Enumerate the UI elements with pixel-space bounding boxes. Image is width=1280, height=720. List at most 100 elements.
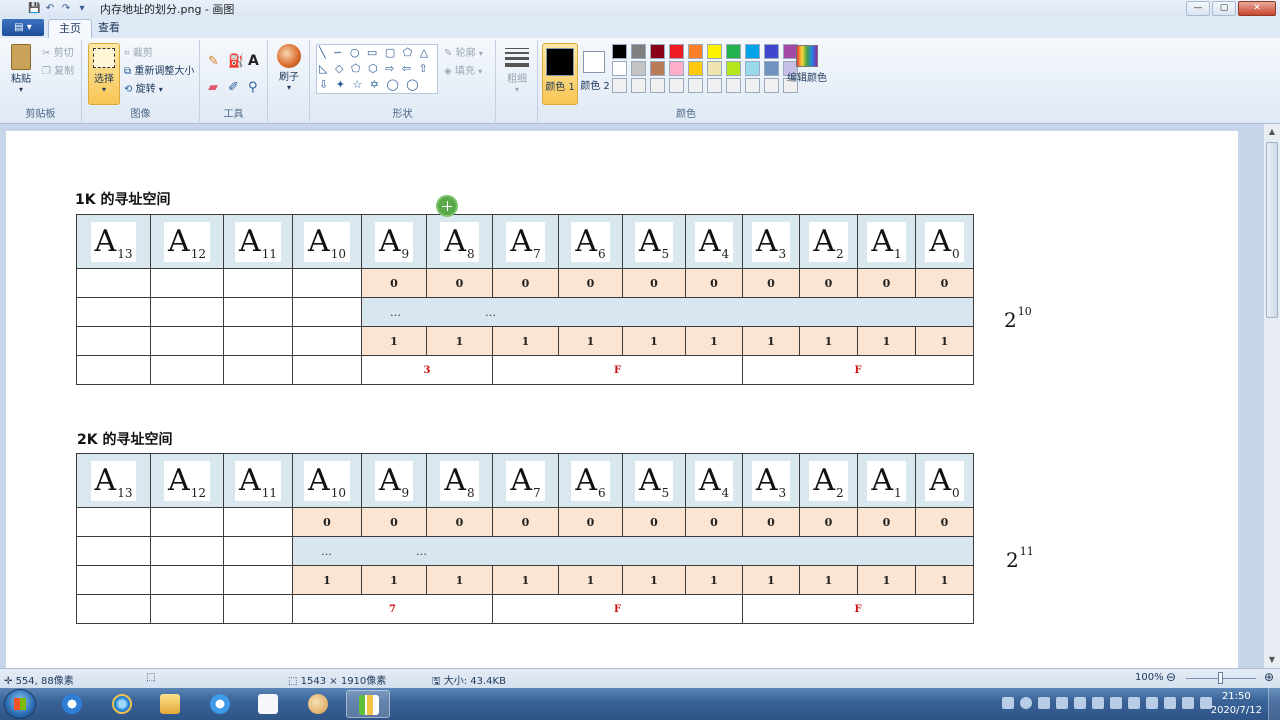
tools-group: ✎ ⛽ A ▰ ✐ ⚲ 工具 bbox=[200, 40, 268, 122]
quick-access-toolbar: 💾 ↶ ↷ ▾ bbox=[28, 3, 88, 15]
taskbar-paint[interactable] bbox=[296, 690, 340, 718]
show-desktop-button[interactable] bbox=[1268, 688, 1280, 720]
keyboard-icon[interactable] bbox=[1002, 697, 1014, 709]
maximize-button[interactable]: ▢ bbox=[1212, 1, 1236, 16]
color2-button[interactable]: 颜色 2 bbox=[580, 43, 610, 105]
color-swatch[interactable] bbox=[726, 61, 741, 76]
address-letter: A bbox=[755, 462, 778, 498]
color-swatch[interactable] bbox=[688, 61, 703, 76]
color-swatch[interactable] bbox=[726, 44, 741, 59]
color-swatch[interactable] bbox=[688, 44, 703, 59]
address-subscript: 13 bbox=[117, 246, 133, 261]
tray-app-icon[interactable] bbox=[1038, 697, 1050, 709]
color-swatch[interactable] bbox=[612, 44, 627, 59]
brushes-button[interactable]: 刷子 ▾ bbox=[274, 44, 304, 100]
tray-app-icon[interactable] bbox=[1128, 697, 1140, 709]
tray-app-icon[interactable] bbox=[1146, 697, 1158, 709]
color-swatch[interactable] bbox=[631, 78, 646, 93]
address-subscript: 4 bbox=[721, 246, 730, 261]
color-swatch[interactable] bbox=[669, 44, 684, 59]
minimize-button[interactable]: — bbox=[1186, 1, 1210, 16]
fill-bucket-icon[interactable]: ⛽ bbox=[228, 54, 244, 69]
color1-button[interactable]: 颜色 1 bbox=[542, 43, 578, 105]
tray-app-icon[interactable] bbox=[1092, 697, 1104, 709]
color-swatch[interactable] bbox=[707, 61, 722, 76]
address-subscript: 5 bbox=[661, 485, 670, 500]
scroll-up-icon[interactable]: ▲ bbox=[1264, 124, 1280, 140]
start-button[interactable] bbox=[4, 689, 36, 719]
color-swatch[interactable] bbox=[650, 44, 665, 59]
color-picker-icon[interactable]: ✐ bbox=[228, 80, 239, 95]
color-swatch[interactable] bbox=[764, 61, 779, 76]
color-swatch[interactable] bbox=[669, 61, 684, 76]
resize-button[interactable]: ⧉ 重新调整大小 bbox=[124, 62, 194, 77]
select-button[interactable]: 选择 ▾ bbox=[88, 43, 120, 105]
color-swatch[interactable] bbox=[726, 78, 741, 93]
color-swatch[interactable] bbox=[631, 44, 646, 59]
undo-icon[interactable]: ↶ bbox=[44, 3, 56, 15]
scissors-icon: ✂ bbox=[42, 48, 51, 59]
taskbar-notepad[interactable] bbox=[246, 690, 290, 718]
color-swatch[interactable] bbox=[745, 78, 760, 93]
tab-view[interactable]: 查看 bbox=[88, 19, 130, 38]
cut-button[interactable]: ✂ 剪切 bbox=[42, 44, 74, 59]
redo-icon[interactable]: ↷ bbox=[60, 3, 72, 15]
help-icon[interactable] bbox=[1020, 697, 1032, 709]
volume-icon[interactable] bbox=[1182, 697, 1194, 709]
color-swatch[interactable] bbox=[669, 78, 684, 93]
network-icon[interactable] bbox=[1164, 697, 1176, 709]
section1-power: 210 bbox=[1004, 305, 1032, 332]
color-swatch[interactable] bbox=[707, 78, 722, 93]
color-swatch[interactable] bbox=[745, 44, 760, 59]
outline-button[interactable]: ✎ 轮廓 ▾ bbox=[444, 44, 483, 59]
zoom-in-icon[interactable]: ⊕ bbox=[1264, 670, 1274, 684]
taskbar-internet-explorer[interactable] bbox=[100, 690, 144, 718]
color-swatch[interactable] bbox=[612, 61, 627, 76]
vertical-scrollbar[interactable]: ▲ ▼ bbox=[1263, 124, 1280, 668]
tray-app-icon[interactable] bbox=[1074, 697, 1086, 709]
color-swatch[interactable] bbox=[745, 61, 760, 76]
address-subscript: 13 bbox=[117, 485, 133, 500]
color-swatch[interactable] bbox=[764, 44, 779, 59]
scrollbar-thumb[interactable] bbox=[1266, 142, 1278, 318]
color-swatch[interactable] bbox=[631, 61, 646, 76]
fill-button[interactable]: ◈ 填充 ▾ bbox=[444, 62, 482, 77]
rotate-button[interactable]: ⟲ 旋转 ▾ bbox=[124, 80, 163, 95]
address-bit-header: A13 bbox=[76, 453, 151, 508]
tray-app-icon[interactable] bbox=[1056, 697, 1068, 709]
zoom-out-icon[interactable]: ⊖ bbox=[1166, 670, 1176, 684]
taskbar-baidu-netdisk[interactable] bbox=[50, 690, 94, 718]
pencil-icon[interactable]: ✎ bbox=[208, 54, 219, 69]
tab-home[interactable]: 主页 bbox=[48, 19, 92, 38]
text-tool-icon[interactable]: A bbox=[248, 53, 259, 69]
file-menu-button[interactable]: ▤ ▾ bbox=[2, 19, 44, 36]
taskbar-baidu-netdisk-2[interactable] bbox=[198, 690, 242, 718]
address-bit-header: A1 bbox=[857, 214, 916, 269]
crop-button[interactable]: ⌗ 裁剪 bbox=[124, 44, 153, 59]
bluetooth-icon[interactable] bbox=[1110, 697, 1122, 709]
zoom-slider-thumb[interactable] bbox=[1218, 672, 1223, 684]
magnifier-icon[interactable]: ⚲ bbox=[248, 80, 258, 95]
color-swatch[interactable] bbox=[612, 78, 627, 93]
color-swatch[interactable] bbox=[650, 78, 665, 93]
edit-colors-button[interactable]: 编辑颜色 bbox=[786, 43, 828, 99]
size-button[interactable]: 粗细 ▾ bbox=[502, 46, 532, 100]
color-wheel-icon bbox=[796, 45, 818, 67]
save-icon[interactable]: 💾 bbox=[28, 3, 40, 15]
close-button[interactable]: ✕ bbox=[1238, 1, 1276, 16]
customize-quick-access-icon[interactable]: ▾ bbox=[76, 3, 88, 15]
color-swatch[interactable] bbox=[764, 78, 779, 93]
paste-button[interactable]: 粘贴 ▾ bbox=[6, 44, 36, 100]
taskbar-charts-app[interactable] bbox=[346, 690, 390, 718]
eraser-icon[interactable]: ▰ bbox=[208, 80, 218, 95]
system-clock[interactable]: 21:50 2020/7/12 bbox=[1211, 690, 1262, 718]
image-size: ⬚ 1543 × 1910像素 bbox=[288, 672, 386, 687]
color-swatch[interactable] bbox=[707, 44, 722, 59]
scroll-down-icon[interactable]: ▼ bbox=[1264, 652, 1280, 668]
taskbar-file-explorer[interactable] bbox=[148, 690, 192, 718]
color-swatch[interactable] bbox=[650, 61, 665, 76]
color-swatch[interactable] bbox=[688, 78, 703, 93]
copy-button[interactable]: ❐ 复制 bbox=[42, 62, 74, 77]
shapes-gallery[interactable]: ╲ ∽ ○ ▭ ▢ ⬠ △ ◺ ◇ ⬠ ⬡ ⇨ ⇦ ⇧ ⇩ ✦ ☆ ✡ ◯ ◯ … bbox=[316, 44, 438, 94]
drawing-canvas[interactable]: 1K 的寻址空间 A13 A12 A11 A10 A9 A8 A7 A6 A5 A4 A3 A2 A1 A… bbox=[6, 131, 1238, 668]
